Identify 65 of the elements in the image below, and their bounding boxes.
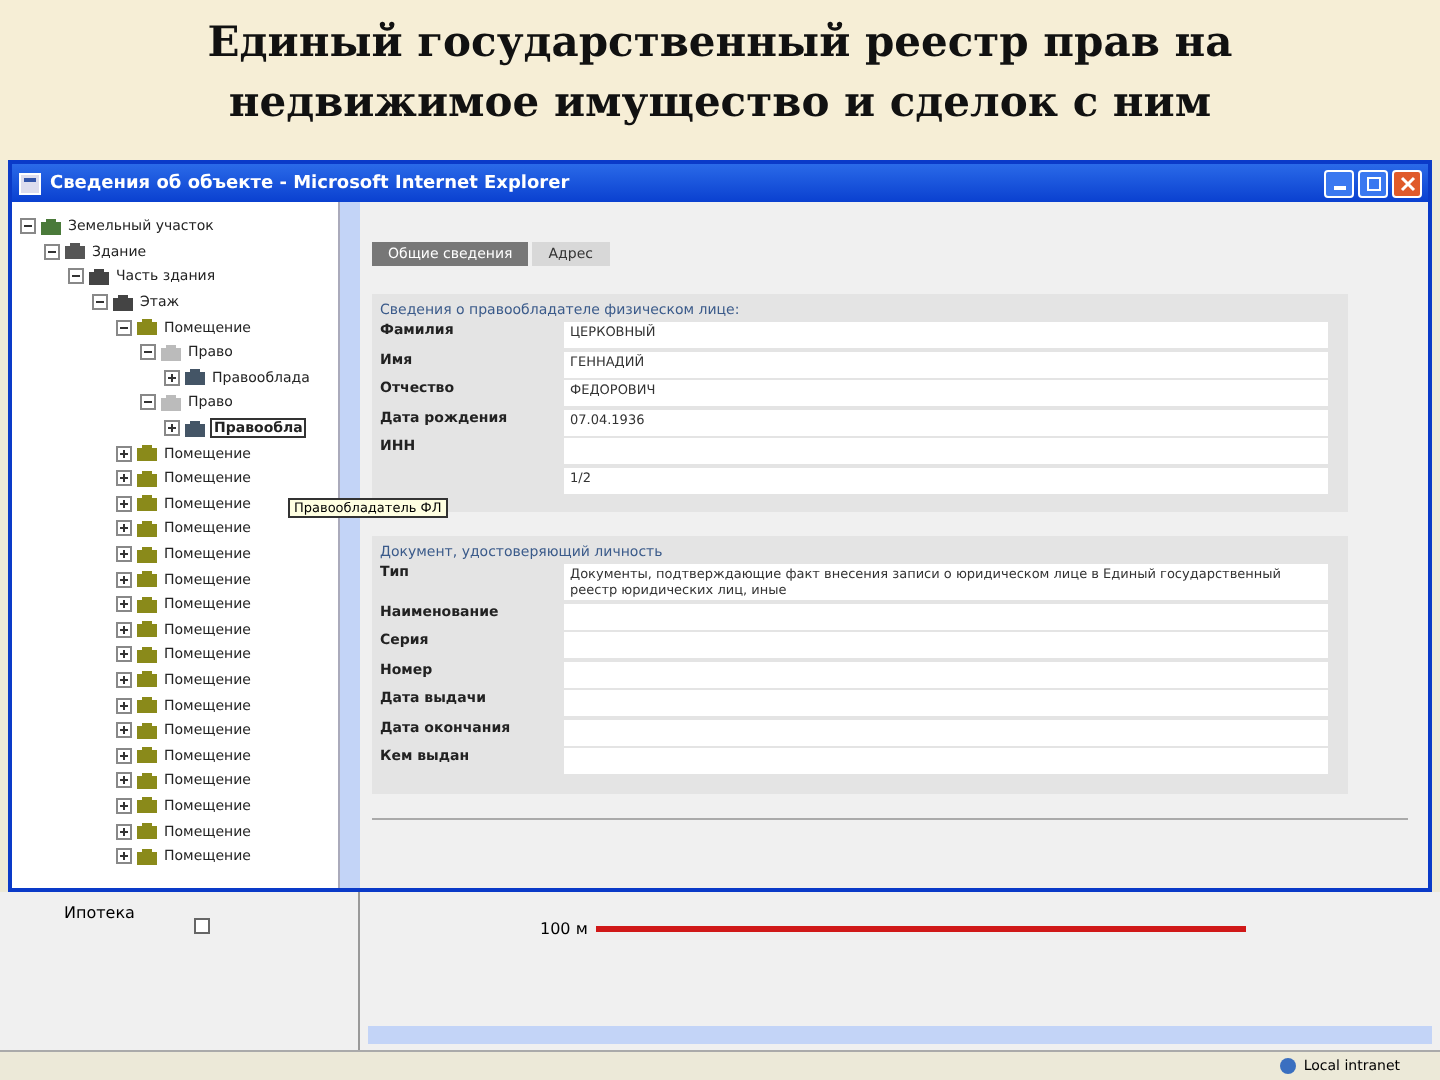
expander-icon[interactable] [116, 520, 132, 537]
expander-icon[interactable] [116, 722, 132, 739]
expander-icon[interactable] [116, 646, 132, 663]
folder-icon [136, 696, 158, 715]
expander-icon[interactable] [116, 621, 132, 638]
close-button[interactable] [1392, 169, 1422, 197]
window-icon [18, 171, 42, 195]
folder-icon [136, 595, 158, 614]
folder-icon [112, 293, 134, 312]
folder-icon [136, 519, 158, 538]
expander-icon[interactable] [116, 546, 132, 563]
close-icon [1399, 175, 1415, 191]
expander-icon[interactable] [116, 571, 132, 588]
expander-icon[interactable] [164, 369, 180, 386]
folder-icon [136, 545, 158, 564]
folder-icon [136, 746, 158, 765]
folder-icon [136, 570, 158, 589]
expander-icon[interactable] [116, 747, 132, 764]
folder-icon [136, 847, 158, 866]
folder-icon [136, 822, 158, 841]
expander-icon[interactable] [116, 495, 132, 512]
folder-icon [136, 796, 158, 815]
folder-icon [184, 419, 206, 438]
minimize-button[interactable] [1324, 169, 1354, 197]
folder-icon [184, 368, 206, 387]
folder-icon [136, 494, 158, 513]
folder-icon [136, 469, 158, 488]
expander-icon[interactable] [116, 823, 132, 840]
maximize-button[interactable] [1358, 169, 1388, 197]
scale-label: 100 м [540, 920, 588, 938]
expander-icon[interactable] [116, 697, 132, 714]
expander-icon[interactable] [164, 420, 180, 437]
scrollbar[interactable] [368, 1026, 1432, 1044]
expander-icon[interactable] [116, 772, 132, 789]
globe-icon [1277, 1056, 1298, 1076]
folder-icon [136, 645, 158, 664]
expander-icon[interactable] [116, 445, 132, 462]
expander-icon[interactable] [140, 394, 156, 411]
expander-icon[interactable] [140, 344, 156, 361]
folder-icon [160, 393, 182, 412]
folder-icon [136, 670, 158, 689]
folder-icon [40, 217, 62, 236]
layer-label: Ипотека [64, 904, 135, 922]
folder-icon [136, 444, 158, 463]
slide-title: Единый государственный реестр прав на недвижимое имущество и сделок с ним [205, 14, 1235, 130]
folder-icon [136, 620, 158, 639]
expander-icon[interactable] [116, 596, 132, 613]
expander-icon[interactable] [116, 319, 132, 336]
folder-icon [88, 267, 110, 286]
window-title: Сведения об объекте - Microsoft Internet Explorer [50, 173, 572, 193]
maximize-icon [1365, 175, 1381, 191]
expander-icon[interactable] [116, 797, 132, 814]
folder-icon [64, 242, 86, 261]
folder-icon [136, 721, 158, 740]
folder-icon [136, 318, 158, 337]
expander-icon[interactable] [116, 470, 132, 487]
expander-icon[interactable] [20, 218, 36, 235]
folder-icon [160, 343, 182, 362]
minimize-icon [1333, 186, 1345, 190]
expander-icon[interactable] [44, 243, 60, 260]
expander-icon[interactable] [68, 268, 84, 285]
expander-icon[interactable] [92, 294, 108, 311]
folder-icon [136, 771, 158, 790]
expander-icon[interactable] [116, 671, 132, 688]
expander-icon[interactable] [116, 848, 132, 865]
